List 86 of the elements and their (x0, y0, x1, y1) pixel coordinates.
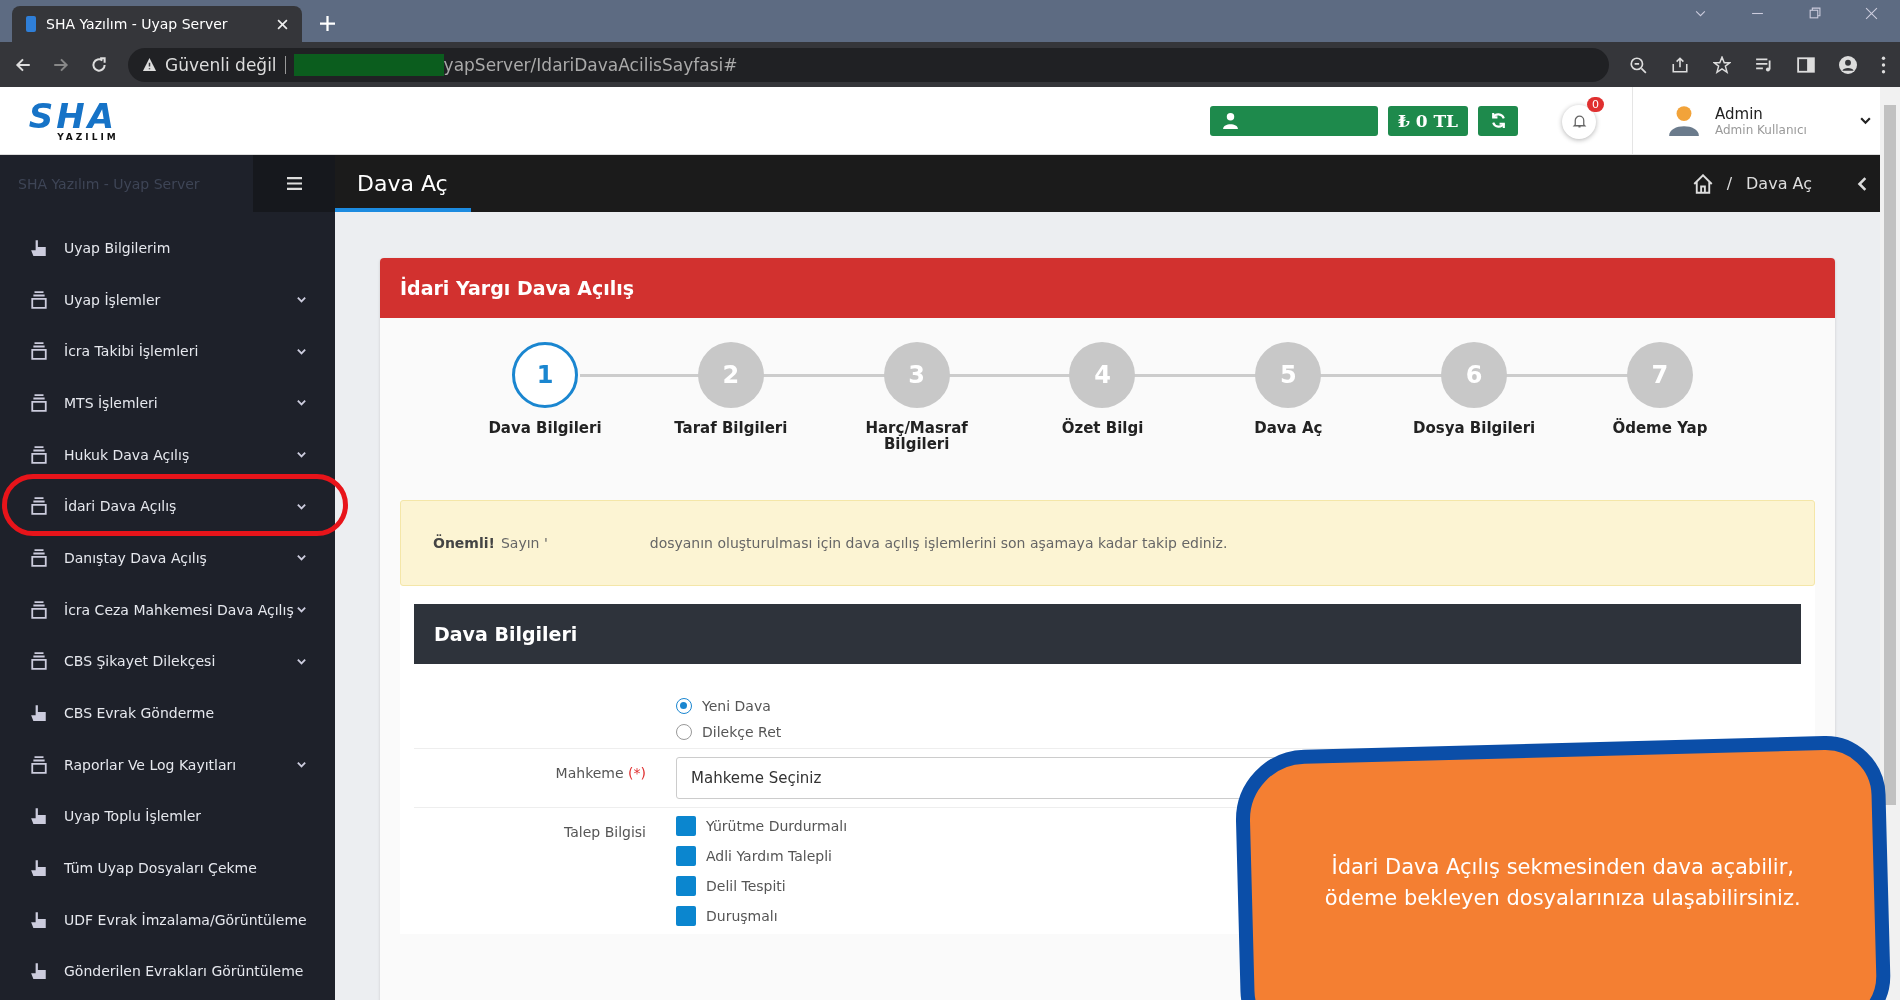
menu-button[interactable] (253, 155, 335, 212)
home-icon[interactable] (1692, 173, 1713, 194)
checkbox-option[interactable]: Yürütme Durdurmalı (676, 816, 848, 836)
step-label: Özet Bilgi (1061, 420, 1144, 436)
panel-header: İdari Yargı Dava Açılış (380, 258, 1835, 318)
step-label: Dosya Bilgileri (1413, 420, 1536, 436)
radio-option[interactable]: Dilekçe Ret (676, 724, 782, 740)
stack-icon (30, 290, 48, 309)
stack-icon (30, 342, 48, 361)
menu-icon (286, 177, 302, 190)
balance-button[interactable]: ₺ 0 TL (1387, 105, 1468, 136)
step-label: Taraf Bilgileri (674, 420, 788, 436)
new-tab-icon[interactable] (320, 16, 335, 31)
share-icon[interactable] (1671, 55, 1689, 74)
user-icon (1221, 112, 1239, 129)
user-name: Admin (1715, 104, 1764, 123)
logo: SHA YAZILIM (27, 99, 120, 142)
hand-icon (30, 704, 48, 723)
sidebar-icon[interactable] (1797, 55, 1815, 74)
stack-icon (30, 445, 48, 464)
callout-tooltip: İdari Dava Açılış sekmesinden dava açabilir, ödeme bekleyen dosyalarınıza ulaşabilirsiniz. (1234, 734, 1892, 1000)
sidebar-item[interactable]: UDF Evrak İmzalama/Görüntüleme (0, 893, 335, 946)
zoom-icon[interactable] (1629, 55, 1647, 74)
menu-icon[interactable] (1881, 55, 1886, 74)
avatar-icon (1667, 103, 1701, 138)
step-label: Dava Aç (1254, 420, 1323, 436)
chevron-down-icon (296, 552, 307, 564)
page-title: Dava Aç (357, 171, 448, 196)
step-label: Harç/Masraf Bilgileri (864, 420, 969, 452)
stack-icon (30, 548, 48, 567)
sidebar-item[interactable]: Tüm Uyap Dosyaları Çekme (0, 842, 335, 894)
sidebar-item[interactable]: İdari Dava Açılış (0, 480, 335, 533)
sidebar-item[interactable]: İcra Takibi İşlemleri (0, 325, 335, 378)
sidebar-item[interactable]: Uyap Bilgilerim (0, 222, 335, 274)
sidebar-item[interactable]: Uyap Toplu İşlemler (0, 790, 335, 843)
checkbox-option[interactable]: Adli Yardım Talepli (676, 846, 832, 866)
field-label: Mahkeme (*) (555, 765, 646, 781)
sidebar-item[interactable]: Uyap İşlemler (0, 273, 335, 326)
warning-icon (142, 57, 157, 72)
section-header: Dava Bilgileri (414, 604, 1801, 664)
step-circle[interactable]: 1 (512, 342, 578, 408)
address-field[interactable]: Güvenli değil yapServer/IdariDavaAcilisSayfasi# (128, 47, 1609, 82)
step-label: Ödeme Yap (1612, 420, 1708, 436)
restore-icon[interactable] (1808, 7, 1821, 20)
hand-icon (30, 807, 48, 826)
notice-banner: Önemli! Sayın ' dosyanın oluşturulması için dava açılış işlemlerini son aşamaya kadar takip ediniz. (400, 500, 1815, 586)
stack-icon (30, 652, 48, 671)
star-icon[interactable] (1713, 55, 1731, 74)
step-label: Dava Bilgileri (488, 420, 602, 436)
breadcrumb: Dava Aç (1746, 174, 1812, 193)
sidebar-item[interactable]: CBS Evrak Gönderme (0, 687, 335, 739)
chevron-down-icon (296, 449, 307, 461)
sidebar-item[interactable]: Hukuk Dava Açılış (0, 428, 335, 481)
refresh-icon (1489, 112, 1507, 129)
notification-count: 0 (1587, 96, 1604, 112)
chevron-down-icon (296, 759, 307, 771)
breadcrumb-separator: / (1726, 174, 1733, 193)
profile-icon[interactable] (1839, 55, 1857, 74)
chevron-down-icon (296, 604, 307, 616)
field-label: Talep Bilgisi (564, 824, 646, 840)
sidebar-item[interactable]: Raporlar Ve Log Kayıtları (0, 738, 335, 791)
reload-icon[interactable] (90, 55, 108, 74)
hand-icon (30, 962, 48, 981)
sidebar-item[interactable]: İcra Ceza Mahkemesi Dava Açılış (0, 583, 335, 636)
refresh-button[interactable] (1478, 105, 1518, 136)
browser-tab[interactable]: SHA Yazılım - Uyap Server (12, 6, 302, 42)
hand-icon (30, 910, 48, 929)
radio-option[interactable]: Yeni Dava (676, 698, 771, 714)
chevron-down-icon (296, 397, 307, 409)
page-icon (26, 16, 36, 32)
sidebar-item[interactable]: CBS Şikayet Dilekçesi (0, 635, 335, 688)
stack-icon (30, 755, 48, 774)
stack-icon (30, 600, 48, 619)
stack-icon (30, 497, 48, 516)
chevron-down-icon (296, 294, 307, 306)
sidebar-item[interactable]: Gönderilen Evrakları Görüntüleme (0, 945, 335, 998)
playlist-icon[interactable] (1755, 55, 1773, 74)
hand-icon (30, 238, 48, 257)
sidebar-item[interactable]: Danıştay Dava Açılış (0, 532, 335, 584)
account-button[interactable] (1209, 105, 1378, 136)
hand-icon (30, 859, 48, 878)
checkbox-option[interactable]: Duruşmalı (676, 906, 778, 926)
user-role: Admin Kullanıcı (1715, 122, 1808, 137)
stack-icon (30, 393, 48, 412)
checkbox-option[interactable]: Delil Tespiti (676, 876, 786, 896)
sidebar-item[interactable]: MTS İşlemleri (0, 377, 335, 429)
